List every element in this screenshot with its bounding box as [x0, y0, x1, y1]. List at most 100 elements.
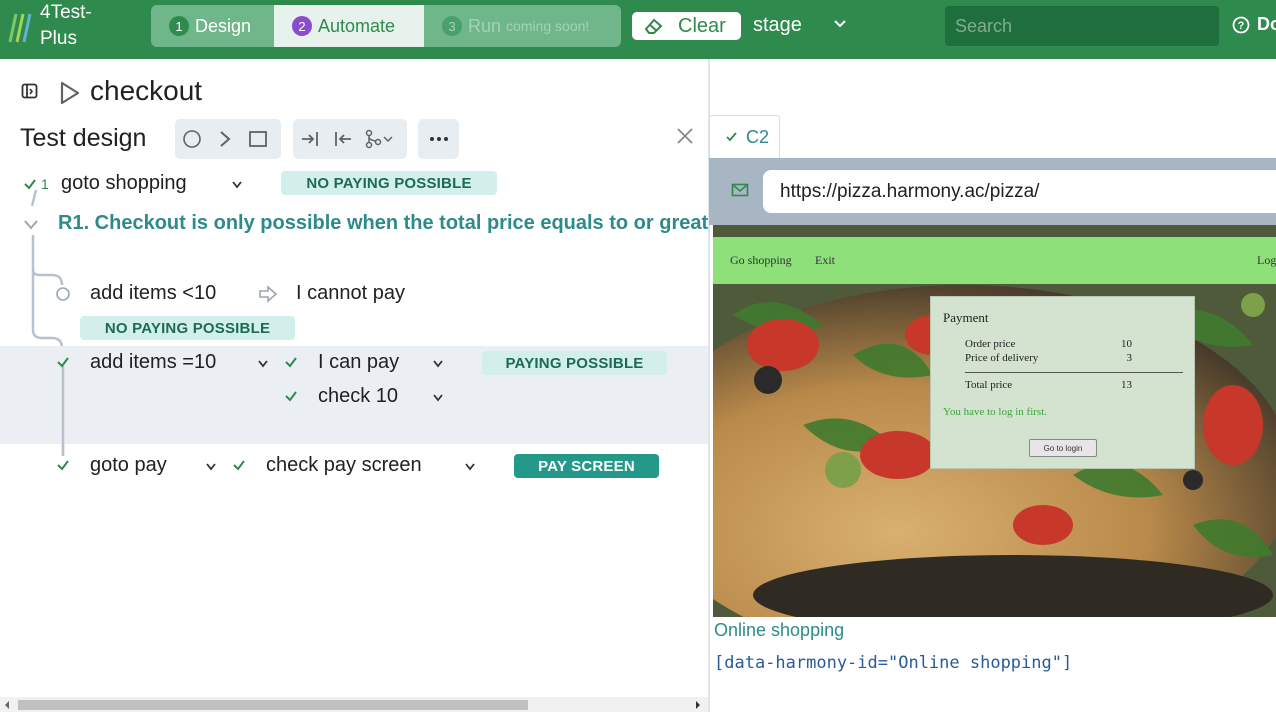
row-index: 1	[41, 176, 49, 192]
step-run[interactable]: 3 Run coming soon!	[424, 5, 621, 47]
close-icon[interactable]	[676, 127, 694, 145]
check-icon	[57, 357, 69, 368]
payment-panel: Payment Order price 10 Price of delivery…	[930, 296, 1195, 469]
eraser-icon	[644, 18, 663, 34]
sidebar-toggle-icon[interactable]	[21, 83, 39, 100]
step-note: coming soon!	[506, 18, 590, 34]
step-label: Run	[468, 15, 502, 36]
scroll-left-icon[interactable]	[3, 700, 11, 710]
outdent-button[interactable]	[326, 119, 359, 159]
chevron-down-icon[interactable]	[204, 462, 218, 472]
workflow-steps: 1 Design 2 Automate 3 Run coming soon!	[151, 5, 621, 47]
chevron-right-icon	[219, 131, 231, 147]
step-goto-shopping[interactable]: goto shopping	[61, 172, 187, 195]
result-check-pay-screen[interactable]: check pay screen	[266, 454, 422, 477]
rule-title[interactable]: R1. Checkout is only possible when the t…	[58, 212, 708, 235]
indent-icon	[301, 132, 318, 146]
status-badge: NO PAYING POSSIBLE	[281, 171, 497, 195]
top-bar: 4Test- Plus 1 Design 2 Automate 3 Run co…	[0, 0, 1276, 59]
element-name-label: Online shopping	[714, 620, 845, 640]
step-add-items-lt10[interactable]: add items <10	[90, 282, 216, 305]
go-to-login-button[interactable]: Go to login	[1029, 439, 1097, 457]
result-cannot-pay[interactable]: I cannot pay	[296, 282, 405, 305]
check-icon	[24, 179, 36, 190]
step-label: Design	[195, 15, 252, 36]
step-add-items-eq10[interactable]: add items =10	[90, 351, 216, 374]
total-price-label: Total price	[965, 379, 1013, 391]
check-icon	[726, 132, 737, 142]
chevron-down-icon[interactable]	[463, 462, 477, 472]
horizontal-scrollbar[interactable]	[0, 697, 708, 712]
circle-node-button[interactable]	[175, 119, 208, 159]
help-icon: ?	[1232, 16, 1250, 33]
outdent-icon	[334, 132, 351, 146]
divider	[965, 372, 1183, 373]
square-icon	[248, 131, 267, 147]
branch-button[interactable]	[359, 119, 399, 159]
stage-selector[interactable]: stage	[753, 14, 802, 37]
step-design[interactable]: 1 Design	[151, 5, 274, 47]
login-warning: You have to log in first.	[943, 406, 1047, 418]
delivery-price-value: 3	[1126, 352, 1133, 364]
site-nav-go-shopping[interactable]: Go shopping	[730, 253, 792, 268]
chevron-down-icon[interactable]	[230, 180, 244, 190]
delivery-price-label: Price of delivery	[965, 352, 1039, 364]
app-logo-text: 4Test- Plus	[40, 2, 92, 49]
browser-viewport: Go shopping Exit Log Payment Order price…	[713, 225, 1276, 617]
logo-icon	[8, 13, 32, 43]
step-number: 2	[292, 16, 312, 36]
tab-label: C2	[746, 126, 770, 147]
step-automate[interactable]: 2 Automate	[274, 5, 424, 47]
site-navigation: Go shopping Exit Log	[713, 237, 1276, 284]
branch-icon	[365, 129, 393, 149]
toolbar-indent	[293, 119, 407, 159]
clear-label: Clear	[678, 14, 726, 37]
chevron-down-icon[interactable]	[431, 393, 445, 403]
check-icon	[233, 460, 245, 471]
arrow-right-icon	[259, 285, 278, 303]
step-goto-pay[interactable]: goto pay	[90, 454, 167, 477]
step-number: 1	[169, 16, 189, 36]
pending-circle-icon	[56, 287, 70, 301]
toolbar-node-shapes	[175, 119, 281, 159]
section-title: Test design	[20, 124, 147, 152]
chevron-down-icon[interactable]	[832, 18, 848, 30]
indent-button[interactable]	[293, 119, 326, 159]
check-icon	[57, 460, 69, 471]
search-input[interactable]	[945, 6, 1219, 46]
result-check-10[interactable]: check 10	[318, 385, 398, 408]
site-nav-exit[interactable]: Exit	[815, 253, 835, 268]
step-number: 3	[442, 16, 462, 36]
status-badge: PAYING POSSIBLE	[482, 351, 667, 375]
clear-button[interactable]: Clear	[632, 12, 741, 40]
status-badge: PAY SCREEN	[514, 454, 659, 478]
order-price-label: Order price	[965, 338, 1016, 350]
more-options-button[interactable]	[418, 119, 459, 159]
circle-icon	[182, 130, 201, 148]
status-badge: NO PAYING POSSIBLE	[80, 316, 295, 340]
site-nav-login[interactable]: Log	[1257, 253, 1276, 268]
total-price-value: 13	[1121, 379, 1132, 391]
chevron-down-icon[interactable]	[256, 359, 270, 369]
chevron-down-icon[interactable]	[22, 218, 40, 232]
mail-icon[interactable]	[731, 183, 749, 197]
help-label: Do	[1257, 14, 1276, 34]
square-node-button[interactable]	[241, 119, 274, 159]
chevron-down-icon[interactable]	[431, 359, 445, 369]
payment-title: Payment	[943, 310, 989, 325]
tab-c2[interactable]: C2	[709, 115, 780, 158]
url-field[interactable]: https://pizza.harmony.ac/pizza/	[763, 170, 1276, 213]
play-icon[interactable]	[59, 80, 81, 106]
more-icon	[429, 137, 448, 141]
check-icon	[285, 357, 297, 368]
page-title: checkout	[90, 75, 203, 106]
element-selector: [data-harmony-id="Online shopping"]	[714, 653, 1073, 673]
result-can-pay[interactable]: I can pay	[318, 351, 399, 374]
order-price-value: 10	[1121, 338, 1132, 350]
help-link[interactable]: ? Do	[1232, 14, 1276, 35]
svg-text:?: ?	[1238, 20, 1245, 32]
scrollbar-thumb[interactable]	[18, 700, 528, 710]
check-icon	[285, 391, 297, 402]
scroll-right-icon[interactable]	[694, 700, 702, 710]
chevron-node-button[interactable]	[208, 119, 241, 159]
